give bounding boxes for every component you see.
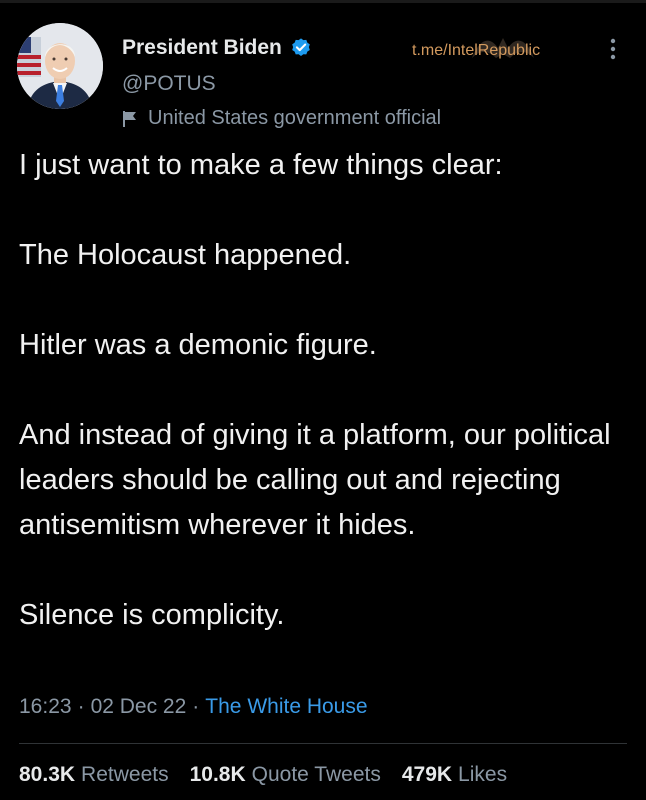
quote-tweets-label: Quote Tweets xyxy=(251,763,381,786)
government-label[interactable]: United States government official xyxy=(122,107,441,130)
stats-divider xyxy=(19,743,627,744)
quote-tweets-count: 10.8K xyxy=(189,763,246,786)
retweets-label: Retweets xyxy=(81,763,169,786)
avatar[interactable] xyxy=(17,23,103,109)
more-dots-icon xyxy=(610,38,616,60)
tweet-line: And instead of giving it a platform, our… xyxy=(19,419,611,541)
watermark-text: t.me/IntelRepublic xyxy=(412,42,541,59)
tweet-source-link[interactable]: The White House xyxy=(205,695,367,718)
engagement-stats: 80.3K Retweets 10.8K Quote Tweets 479K Like… xyxy=(19,763,507,787)
likes-label: Likes xyxy=(458,763,508,786)
author-name-row: President Biden xyxy=(122,36,312,60)
tweet-line: Silence is complicity. xyxy=(19,599,285,631)
author-display-name[interactable]: President Biden xyxy=(122,36,282,60)
tweet-text: I just want to make a few things clear: … xyxy=(19,143,634,638)
tweet-line: I just want to make a few things clear: xyxy=(19,149,503,181)
retweets-count: 80.3K xyxy=(19,763,76,786)
tweet-line: Hitler was a demonic figure. xyxy=(19,329,377,361)
likes-count: 479K xyxy=(401,763,453,786)
tweet-date[interactable]: 02 Dec 22 xyxy=(91,695,187,718)
flag-icon xyxy=(123,110,136,127)
profile-photo xyxy=(17,23,103,109)
government-label-text: United States government official xyxy=(148,107,442,129)
retweets-stat[interactable]: 80.3K Retweets xyxy=(19,763,169,787)
likes-stat[interactable]: 479K Likes xyxy=(402,763,507,787)
more-options-button[interactable] xyxy=(600,34,626,64)
verified-badge-icon xyxy=(292,38,310,56)
tweet-line: The Holocaust happened. xyxy=(19,239,352,271)
meta-separator: · xyxy=(192,695,200,718)
tweet-meta: 16:23 · 02 Dec 22 · The White House xyxy=(19,695,368,719)
author-handle[interactable]: @POTUS xyxy=(122,72,216,96)
meta-separator: · xyxy=(77,695,85,718)
quote-tweets-stat[interactable]: 10.8K Quote Tweets xyxy=(190,763,381,787)
tweet-time[interactable]: 16:23 xyxy=(19,695,72,718)
top-divider xyxy=(0,0,646,3)
